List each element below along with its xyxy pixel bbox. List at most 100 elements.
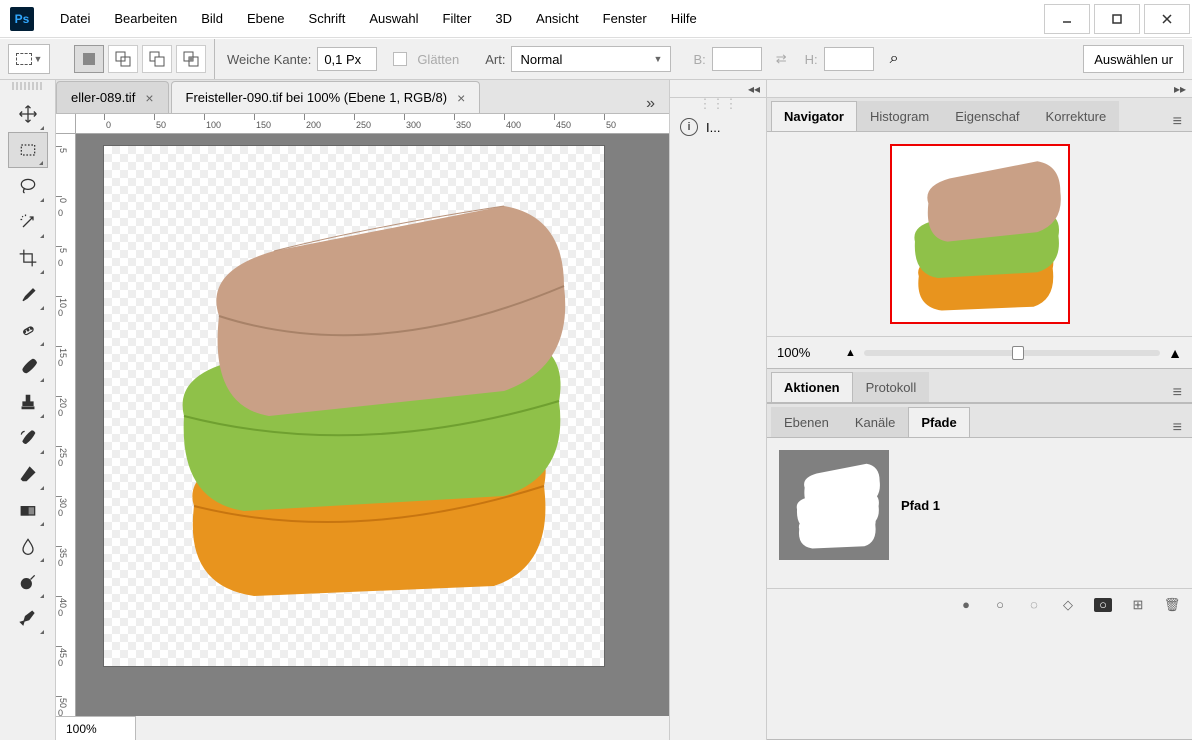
menu-datei[interactable]: Datei	[50, 5, 100, 32]
menu-bild[interactable]: Bild	[191, 5, 233, 32]
zoom-slider[interactable]	[864, 350, 1160, 356]
selection-intersect-button[interactable]	[176, 45, 206, 73]
close-button[interactable]	[1144, 4, 1190, 34]
vertical-ruler[interactable]: 50005010015020025030035040045050055	[56, 134, 76, 740]
tab-navigator[interactable]: Navigator	[771, 101, 857, 131]
menu-auswahl[interactable]: Auswahl	[359, 5, 428, 32]
minimize-button[interactable]	[1044, 4, 1090, 34]
right-panels: ▸▸ Navigator Histogram Eigenschaf Korrek…	[767, 80, 1192, 740]
dodge-tool[interactable]	[8, 564, 48, 600]
info-label: I...	[706, 120, 720, 135]
navigator-zoom-value[interactable]: 100%	[777, 345, 837, 360]
marquee-tool[interactable]	[8, 132, 48, 168]
delete-path-icon[interactable]: 🗑	[1164, 597, 1180, 613]
panel-menu-icon[interactable]: ≡	[1163, 419, 1192, 437]
tab-protokoll[interactable]: Protokoll	[853, 372, 930, 402]
crop-tool[interactable]	[8, 240, 48, 276]
selection-add-button[interactable]	[108, 45, 138, 73]
tab-eigenschaften[interactable]: Eigenschaf	[942, 101, 1032, 131]
panel-menu-icon[interactable]: ≡	[1163, 113, 1192, 131]
zoom-status[interactable]: 100%	[56, 716, 136, 740]
pen-tool[interactable]	[8, 600, 48, 636]
menu-hilfe[interactable]: Hilfe	[661, 5, 707, 32]
app-logo: Ps	[10, 7, 34, 31]
document-area: eller-089.tif× Freisteller-090.tif bei 1…	[56, 80, 669, 740]
tab-aktionen[interactable]: Aktionen	[771, 372, 853, 402]
antialias-checkbox	[393, 52, 407, 66]
style-select[interactable]: Normal▼	[511, 46, 671, 72]
document-tabs: eller-089.tif× Freisteller-090.tif bei 1…	[56, 80, 669, 114]
panel-menu-icon[interactable]: ≡	[1163, 384, 1192, 402]
ruler-origin[interactable]	[56, 114, 76, 134]
menu-3d[interactable]: 3D	[485, 5, 522, 32]
search-icon[interactable]: ⌕	[890, 50, 899, 68]
eraser-tool[interactable]	[8, 456, 48, 492]
canvas-viewport: 05010015020025030035040045050 5000501001…	[56, 114, 669, 740]
lasso-tool[interactable]	[8, 168, 48, 204]
stroke-path-icon[interactable]: ○	[992, 597, 1008, 613]
main-menu: Datei Bearbeiten Bild Ebene Schrift Ausw…	[50, 5, 707, 32]
canvas[interactable]	[76, 134, 669, 716]
magic-wand-tool[interactable]	[8, 204, 48, 240]
selection-subtract-button[interactable]	[142, 45, 172, 73]
path-from-selection-icon[interactable]: ◇	[1060, 597, 1076, 613]
blur-tool[interactable]	[8, 528, 48, 564]
new-path-icon[interactable]: ⊞	[1130, 597, 1146, 613]
gradient-tool[interactable]	[8, 492, 48, 528]
healing-tool[interactable]	[8, 312, 48, 348]
document-tab-2[interactable]: Freisteller-090.tif bei 100% (Ebene 1, R…	[171, 81, 481, 113]
close-icon[interactable]: ×	[457, 90, 465, 106]
select-and-mask-button[interactable]: Auswählen ur	[1083, 45, 1184, 73]
menu-filter[interactable]: Filter	[433, 5, 482, 32]
horizontal-ruler[interactable]: 05010015020025030035040045050	[76, 114, 669, 134]
tab-histogramm[interactable]: Histogram	[857, 101, 942, 131]
stamp-tool[interactable]	[8, 384, 48, 420]
feather-input[interactable]	[317, 47, 377, 71]
panel-grip[interactable]: ⋮⋮⋮	[670, 98, 766, 110]
feather-label: Weiche Kante:	[227, 52, 311, 67]
maximize-button[interactable]	[1094, 4, 1140, 34]
collapsed-panel-strip: ◂◂ ⋮⋮⋮ i I...	[669, 80, 767, 740]
menu-bearbeiten[interactable]: Bearbeiten	[104, 5, 187, 32]
selection-from-path-icon[interactable]: ◌	[1026, 597, 1042, 613]
paths-panel: Ebenen Kanäle Pfade ≡ Pfad 1	[767, 404, 1192, 740]
tab-kanaele[interactable]: Kanäle	[842, 407, 908, 437]
panel-grip[interactable]	[12, 82, 44, 90]
add-mask-icon[interactable]: ○	[1094, 598, 1112, 612]
menu-ansicht[interactable]: Ansicht	[526, 5, 589, 32]
brush-tool[interactable]	[8, 348, 48, 384]
menu-ebene[interactable]: Ebene	[237, 5, 295, 32]
path-item[interactable]: Pfad 1	[775, 446, 1184, 564]
expand-icon[interactable]: ▸▸	[767, 80, 1192, 98]
info-panel-collapsed[interactable]: i I...	[670, 110, 766, 144]
height-input	[824, 47, 874, 71]
zoom-in-icon[interactable]: ▲	[1168, 345, 1182, 361]
menu-fenster[interactable]: Fenster	[593, 5, 657, 32]
paths-footer: ● ○ ◌ ◇ ○ ⊞ 🗑	[767, 588, 1192, 620]
info-icon: i	[680, 118, 698, 136]
tab-ebenen[interactable]: Ebenen	[771, 407, 842, 437]
history-brush-tool[interactable]	[8, 420, 48, 456]
current-tool-indicator[interactable]: ▼	[8, 44, 50, 74]
selection-new-button[interactable]	[74, 45, 104, 73]
actions-panel: Aktionen Protokoll ≡	[767, 369, 1192, 404]
fill-path-icon[interactable]: ●	[958, 597, 974, 613]
navigator-panel: Navigator Histogram Eigenschaf Korrektur…	[767, 98, 1192, 369]
menu-schrift[interactable]: Schrift	[299, 5, 356, 32]
style-label: Art:	[485, 52, 505, 67]
height-label: H:	[805, 52, 818, 67]
navigator-thumbnail[interactable]	[890, 144, 1070, 324]
eyedropper-tool[interactable]	[8, 276, 48, 312]
tabs-overflow-icon[interactable]: »	[632, 95, 669, 113]
tab-korrekturen[interactable]: Korrekture	[1033, 101, 1120, 131]
close-icon[interactable]: ×	[145, 90, 153, 106]
swap-wh-icon: ⇄	[776, 51, 787, 67]
zoom-out-icon[interactable]: ▲	[845, 347, 856, 359]
path-thumbnail	[779, 450, 889, 560]
artboard[interactable]	[104, 146, 604, 666]
width-input	[712, 47, 762, 71]
options-bar: ▼ Weiche Kante: Glätten Art: Normal▼ B: …	[0, 38, 1192, 80]
tab-pfade[interactable]: Pfade	[908, 407, 969, 437]
move-tool[interactable]	[8, 96, 48, 132]
document-tab-1[interactable]: eller-089.tif×	[56, 81, 169, 113]
